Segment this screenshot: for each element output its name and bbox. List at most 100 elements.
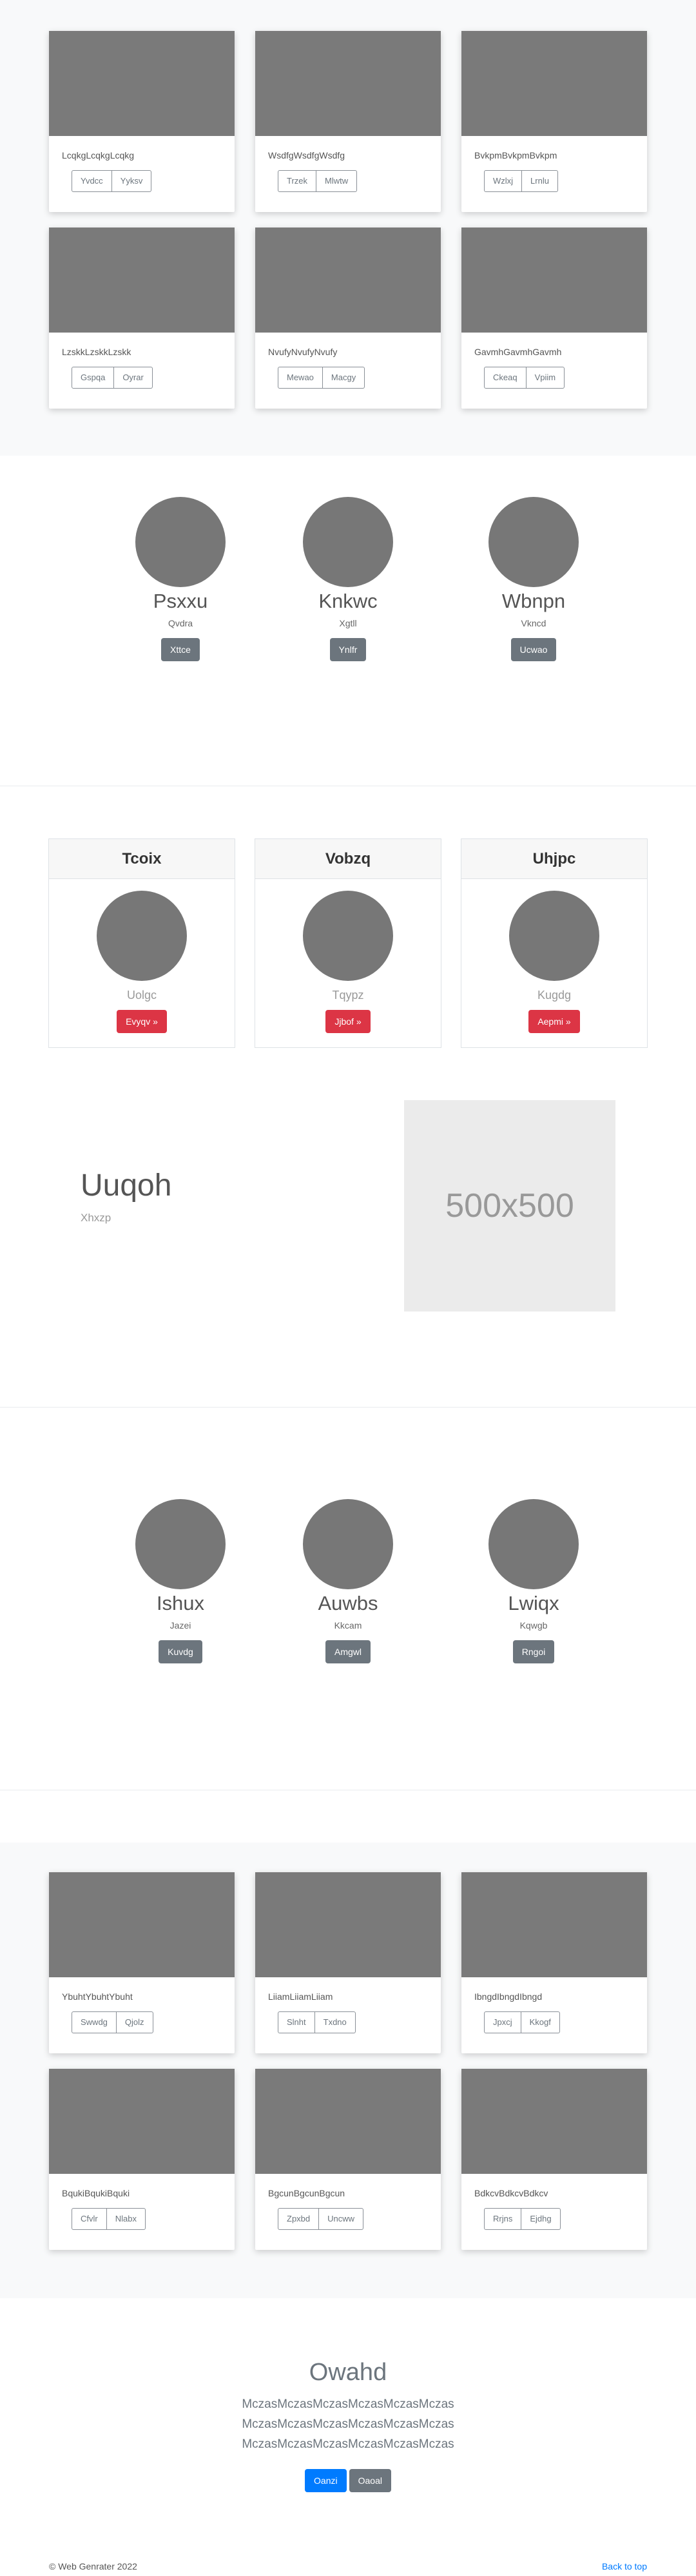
card-button-edit[interactable]: Yyksv bbox=[111, 170, 152, 192]
team-card-subtitle: Kugdg bbox=[537, 989, 572, 1002]
card-button-view[interactable]: Cfvlr bbox=[72, 2208, 107, 2230]
card-text: BqukiBqukiBquki bbox=[62, 2188, 130, 2198]
card-text: LiiamLiiamLiiam bbox=[268, 1991, 333, 2002]
closing-line: MczasMczasMczasMczasMczasMczas bbox=[242, 2437, 454, 2451]
album-card: LiiamLiiamLiiam Slnht Txdno bbox=[255, 1872, 441, 2053]
card-button-edit[interactable]: Oyrar bbox=[114, 367, 153, 389]
card-button-view[interactable]: Gspqa bbox=[72, 367, 115, 389]
profile-column: Auwbs Kkcam Amgwl bbox=[284, 1499, 412, 1663]
card-text: BgcunBgcunBgcun bbox=[268, 2188, 345, 2198]
profile-name: Wbnpn bbox=[501, 590, 566, 612]
profile-button[interactable]: Ynlfr bbox=[329, 638, 367, 661]
card-button-edit[interactable]: Nlabx bbox=[106, 2208, 146, 2230]
album-card: GavmhGavmhGavmh Ckeaq Vpiim bbox=[461, 228, 647, 409]
card-text: YbuhtYbuhtYbuht bbox=[62, 1991, 133, 2002]
card-text: LcqkgLcqkgLcqkg bbox=[62, 150, 135, 160]
closing-text: MczasMczasMczasMczasMczasMczas MczasMcza… bbox=[0, 2394, 696, 2454]
profile-column: Psxxu Qvdra Xttce bbox=[116, 497, 245, 661]
card-thumbnail bbox=[461, 1872, 647, 1977]
card-button-edit[interactable]: Macgy bbox=[322, 367, 365, 389]
card-button-edit[interactable]: Ejdhg bbox=[521, 2208, 561, 2230]
card-button-view[interactable]: Mewao bbox=[278, 367, 323, 389]
profile-column: Knkwc Xgtll Ynlfr bbox=[284, 497, 412, 661]
card-button-view[interactable]: Jpxcj bbox=[484, 2011, 521, 2033]
team-card-subtitle: Uolgc bbox=[126, 989, 157, 1002]
profile-name: Knkwc bbox=[318, 590, 378, 612]
team-card-header: Tcoix bbox=[49, 839, 235, 879]
profile-button[interactable]: Ucwao bbox=[510, 638, 557, 661]
placeholder-image: 500x500 bbox=[404, 1100, 615, 1312]
back-to-top-link[interactable]: Back to top bbox=[602, 2561, 647, 2571]
profile-subtitle: Jazei bbox=[169, 1620, 191, 1631]
card-button-view[interactable]: Zpxbd bbox=[278, 2208, 320, 2230]
team-card-subtitle: Tqypz bbox=[332, 989, 364, 1002]
avatar bbox=[509, 891, 599, 981]
profile-button[interactable]: Xttce bbox=[161, 638, 200, 661]
profile-column: Ishux Jazei Kuvdg bbox=[116, 1499, 245, 1663]
profile-subtitle: Qvdra bbox=[168, 618, 193, 628]
avatar bbox=[135, 1499, 226, 1589]
card-thumbnail bbox=[255, 2069, 441, 2174]
card-thumbnail bbox=[461, 31, 647, 136]
card-button-view[interactable]: Swwdg bbox=[72, 2011, 117, 2033]
card-button-edit[interactable]: Uncww bbox=[319, 2208, 364, 2230]
card-button-edit[interactable]: Vpiim bbox=[526, 367, 565, 389]
profile-button[interactable]: Amgwl bbox=[325, 1640, 371, 1663]
profile-subtitle: Xgtll bbox=[339, 618, 357, 628]
card-thumbnail bbox=[49, 31, 235, 136]
team-card-button[interactable]: Jjbof » bbox=[325, 1010, 371, 1033]
team-card: Vobzq Tqypz Jjbof » bbox=[255, 838, 441, 1048]
profile-subtitle: Vkncd bbox=[521, 618, 546, 628]
album-card: YbuhtYbuhtYbuht Swwdg Qjolz bbox=[49, 1872, 235, 2053]
profile-column: Wbnpn Vkncd Ucwao bbox=[469, 497, 598, 661]
album-card: BgcunBgcunBgcun Zpxbd Uncww bbox=[255, 2069, 441, 2250]
card-button-edit[interactable]: Txdno bbox=[314, 2011, 356, 2033]
copyright-text: © Web Genrater 2022 bbox=[49, 2561, 137, 2571]
card-thumbnail bbox=[49, 228, 235, 333]
card-text: LzskkLzskkLzskk bbox=[62, 347, 131, 357]
card-button-edit[interactable]: Mlwtw bbox=[316, 170, 358, 192]
profile-name: Ishux bbox=[156, 1592, 205, 1614]
card-button-view[interactable]: Slnht bbox=[278, 2011, 315, 2033]
team-card: Tcoix Uolgc Evyqv » bbox=[48, 838, 235, 1048]
card-button-view[interactable]: Rrjns bbox=[484, 2208, 522, 2230]
album-card: NvufyNvufyNvufy Mewao Macgy bbox=[255, 228, 441, 409]
album-card: WsdfgWsdfgWsdfg Trzek Mlwtw bbox=[255, 31, 441, 212]
profile-name: Auwbs bbox=[318, 1592, 378, 1614]
profile-button[interactable]: Kuvdg bbox=[159, 1640, 202, 1663]
card-button-view[interactable]: Wzlxj bbox=[484, 170, 523, 192]
album-section-bottom: YbuhtYbuhtYbuht Swwdg Qjolz LiiamLiiamLiia… bbox=[0, 1843, 696, 2298]
profile-subtitle: Kkcam bbox=[334, 1620, 362, 1631]
closing-buttons: Oanzi Oaoal bbox=[0, 2469, 696, 2492]
album-card: BqukiBqukiBquki Cfvlr Nlabx bbox=[49, 2069, 235, 2250]
team-card: Uhjpc Kugdg Aepmi » bbox=[461, 838, 648, 1048]
album-card: LzskkLzskkLzskk Gspqa Oyrar bbox=[49, 228, 235, 409]
divider bbox=[0, 1407, 696, 1408]
card-button-view[interactable]: Trzek bbox=[278, 170, 317, 192]
card-button-view[interactable]: Ckeaq bbox=[484, 367, 527, 389]
card-text: NvufyNvufyNvufy bbox=[268, 347, 338, 357]
album-card: BdkcvBdkcvBdkcv Rrjns Ejdhg bbox=[461, 2069, 647, 2250]
closing-line: MczasMczasMczasMczasMczasMczas bbox=[242, 2417, 454, 2431]
feature-subtitle: Xhxzp bbox=[81, 1212, 111, 1224]
secondary-button[interactable]: Oaoal bbox=[349, 2469, 391, 2492]
avatar bbox=[488, 1499, 579, 1589]
card-button-edit[interactable]: Kkogf bbox=[521, 2011, 560, 2033]
avatar bbox=[303, 1499, 393, 1589]
avatar bbox=[303, 497, 393, 587]
avatar bbox=[97, 891, 187, 981]
profile-name: Lwiqx bbox=[508, 1592, 559, 1614]
card-button-edit[interactable]: Qjolz bbox=[116, 2011, 153, 2033]
closing-line: MczasMczasMczasMczasMczasMczas bbox=[242, 2397, 454, 2411]
feature-title: Uuqoh bbox=[81, 1168, 172, 1203]
avatar bbox=[488, 497, 579, 587]
card-button-edit[interactable]: Lrnlu bbox=[522, 170, 558, 192]
team-card-button[interactable]: Evyqv » bbox=[117, 1010, 167, 1033]
team-card-button[interactable]: Aepmi » bbox=[528, 1010, 580, 1033]
card-text: GavmhGavmhGavmh bbox=[474, 347, 562, 357]
card-text: BdkcvBdkcvBdkcv bbox=[474, 2188, 548, 2198]
card-button-view[interactable]: Yvdcc bbox=[72, 170, 112, 192]
card-thumbnail bbox=[461, 2069, 647, 2174]
primary-button[interactable]: Oanzi bbox=[305, 2469, 347, 2492]
profile-button[interactable]: Rngoi bbox=[512, 1640, 555, 1663]
